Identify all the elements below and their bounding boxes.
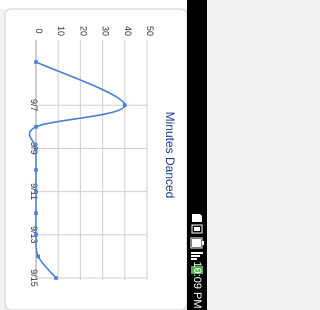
sd-card-icon — [187, 210, 207, 222]
status-time: 10:09 PM — [191, 261, 203, 309]
data-point — [54, 276, 58, 280]
x-tick-label: 9/15 — [29, 269, 39, 287]
battery-icon — [187, 236, 207, 249]
y-tick-label: 50 — [145, 26, 155, 36]
usb-icon — [187, 222, 207, 234]
data-point — [34, 233, 38, 237]
y-tick-label: 0 — [34, 28, 44, 33]
status-bar: 3 10:09 PM — [187, 0, 207, 310]
y-tick-label: 30 — [101, 26, 111, 36]
y-tick-label: 10 — [56, 26, 66, 36]
y-tick-label: 20 — [78, 26, 88, 36]
data-point — [34, 168, 38, 172]
x-tick-label: 9/7 — [29, 99, 39, 112]
data-point — [123, 103, 127, 107]
data-point — [34, 60, 38, 64]
minutes-danced-chart: 0 10 20 30 40 509/79/99/119/139/15 Minutes Da… — [4, 8, 187, 310]
chart-screen: 0 10 20 30 40 50 9/7 9/9 9/11 9/13 9/15 Minutes Da… — [0, 0, 207, 310]
data-point — [34, 125, 38, 129]
chart-title: Minutes Danced — [163, 112, 177, 199]
y-tick-label: 40 — [123, 26, 133, 36]
data-point — [34, 211, 38, 215]
chart-card — [4, 8, 187, 310]
data-point — [36, 254, 41, 259]
signal-icon — [187, 249, 207, 261]
data-point — [34, 146, 38, 151]
data-point — [34, 189, 38, 194]
